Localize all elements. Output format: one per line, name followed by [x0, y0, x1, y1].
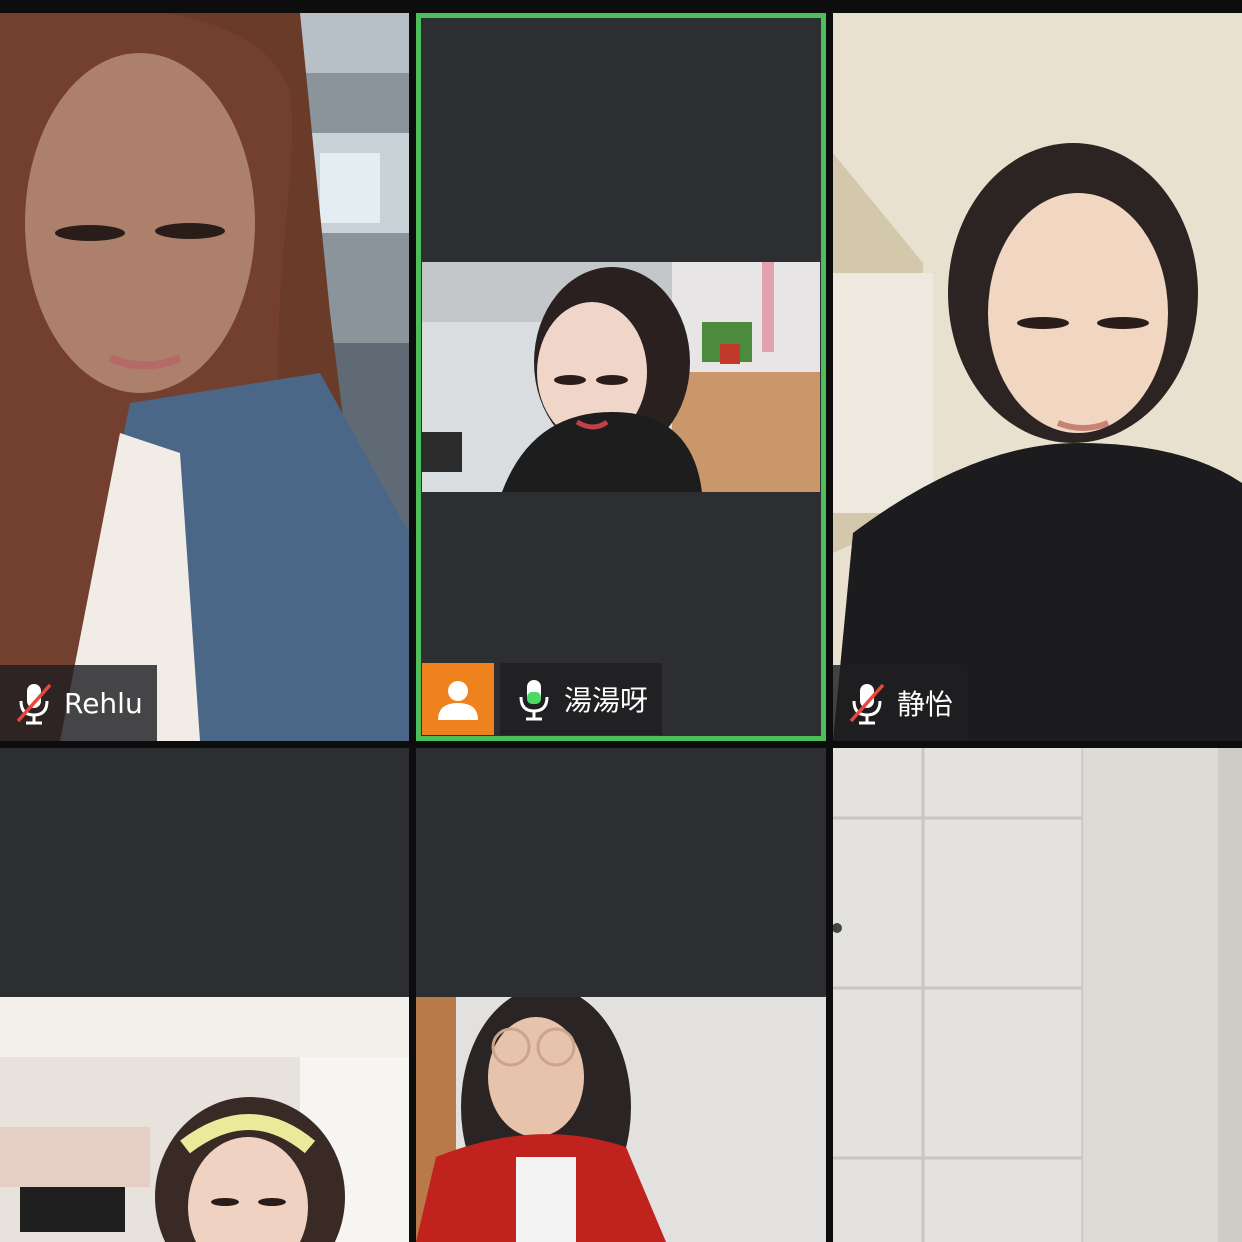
mic-muted-icon	[845, 681, 889, 725]
participant-tile-tangtangya[interactable]: 湯湯呀	[416, 13, 826, 741]
video-feed	[0, 13, 409, 741]
participant-tile-6[interactable]	[833, 748, 1242, 1242]
user-avatar-icon	[422, 663, 494, 735]
participant-label: Rehlu	[0, 665, 157, 741]
participant-tile-4[interactable]	[0, 748, 409, 1242]
video-feed	[422, 262, 820, 492]
participant-name: Rehlu	[64, 686, 143, 720]
participant-name: 静怡	[897, 688, 954, 721]
participant-tile-jingyi[interactable]: 静怡	[833, 13, 1242, 741]
participant-label: 静怡	[833, 665, 968, 741]
participant-tile-5[interactable]	[416, 748, 826, 1242]
participant-tile-rehlu[interactable]: Rehlu	[0, 13, 409, 741]
participant-name: 湯湯呀	[564, 684, 649, 717]
video-feed	[833, 13, 1242, 741]
video-feed	[0, 997, 409, 1242]
video-feed	[833, 748, 1242, 1242]
video-feed	[416, 997, 826, 1242]
participant-label: 湯湯呀	[422, 663, 663, 735]
mic-muted-icon	[12, 681, 56, 725]
mic-active-icon	[512, 677, 556, 721]
